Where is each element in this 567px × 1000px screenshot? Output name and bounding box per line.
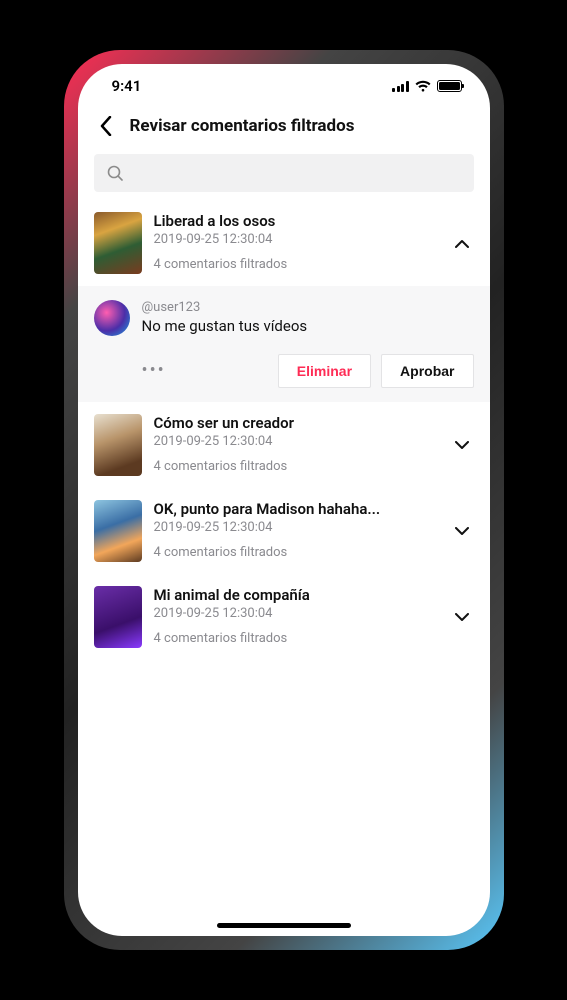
- video-meta: OK, punto para Madison hahaha... 2019-09…: [154, 500, 438, 560]
- back-button[interactable]: [94, 114, 118, 138]
- video-thumbnail: [94, 500, 142, 562]
- home-indicator[interactable]: [217, 923, 351, 928]
- video-meta: Liberad a los osos 2019-09-25 12:30:04 4…: [154, 212, 438, 272]
- video-title: Mi animal de compañía: [154, 586, 438, 604]
- wifi-icon: [415, 80, 431, 92]
- video-meta: Cómo ser un creador 2019-09-25 12:30:04 …: [154, 414, 438, 474]
- status-bar: 9:41: [78, 64, 490, 108]
- search-input[interactable]: [94, 154, 474, 192]
- status-time: 9:41: [112, 77, 142, 95]
- screen: 9:41 Revisar comentarios filtrados Liber…: [78, 64, 490, 936]
- video-item[interactable]: Mi animal de compañía 2019-09-25 12:30:0…: [78, 574, 490, 660]
- phone-frame: 9:41 Revisar comentarios filtrados Liber…: [64, 50, 504, 950]
- video-date: 2019-09-25 12:30:04: [154, 232, 438, 247]
- chevron-down-icon[interactable]: [450, 605, 474, 629]
- video-item[interactable]: OK, punto para Madison hahaha... 2019-09…: [78, 488, 490, 574]
- page-title: Revisar comentarios filtrados: [130, 116, 355, 136]
- nav-header: Revisar comentarios filtrados: [78, 108, 490, 154]
- approve-button[interactable]: Aprobar: [381, 354, 473, 388]
- video-thumbnail: [94, 586, 142, 648]
- avatar[interactable]: [94, 300, 130, 336]
- video-title: Cómo ser un creador: [154, 414, 438, 432]
- chevron-down-icon[interactable]: [450, 519, 474, 543]
- video-thumbnail: [94, 212, 142, 274]
- battery-icon: [437, 80, 462, 92]
- more-options-button[interactable]: •••: [142, 362, 166, 380]
- comment-text: No me gustan tus vídeos: [142, 317, 474, 335]
- video-item[interactable]: Liberad a los osos 2019-09-25 12:30:04 4…: [78, 200, 490, 286]
- video-filtered-count: 4 comentarios filtrados: [154, 459, 438, 474]
- video-filtered-count: 4 comentarios filtrados: [154, 631, 438, 646]
- chevron-up-icon[interactable]: [450, 231, 474, 255]
- status-icons: [392, 80, 462, 92]
- video-date: 2019-09-25 12:30:04: [154, 434, 438, 449]
- delete-button[interactable]: Eliminar: [278, 354, 371, 388]
- comment-username[interactable]: @user123: [142, 300, 474, 315]
- filtered-comment: @user123 No me gustan tus vídeos ••• Eli…: [78, 286, 490, 402]
- video-date: 2019-09-25 12:30:04: [154, 606, 438, 621]
- video-item[interactable]: Cómo ser un creador 2019-09-25 12:30:04 …: [78, 402, 490, 488]
- signal-icon: [392, 81, 409, 92]
- video-filtered-count: 4 comentarios filtrados: [154, 257, 438, 272]
- video-title: Liberad a los osos: [154, 212, 438, 230]
- video-thumbnail: [94, 414, 142, 476]
- video-filtered-count: 4 comentarios filtrados: [154, 545, 438, 560]
- search-icon: [106, 164, 124, 182]
- video-title: OK, punto para Madison hahaha...: [154, 500, 438, 518]
- chevron-down-icon[interactable]: [450, 433, 474, 457]
- video-date: 2019-09-25 12:30:04: [154, 520, 438, 535]
- video-meta: Mi animal de compañía 2019-09-25 12:30:0…: [154, 586, 438, 646]
